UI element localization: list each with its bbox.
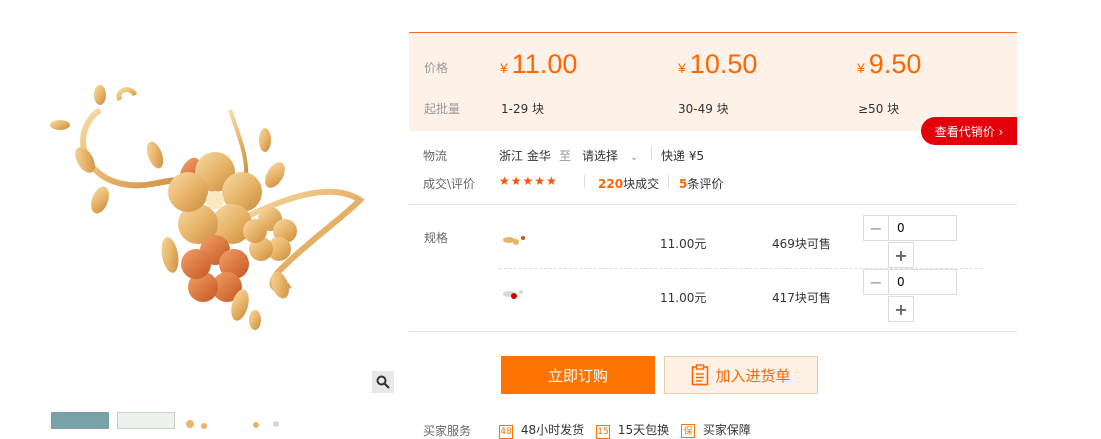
qty-decrease-button[interactable]: − [863,269,889,295]
spec-price: 11.00元 [660,237,707,251]
add-to-cart-button[interactable]: 加入进货单 [664,356,818,394]
quantity-input[interactable] [888,215,957,241]
spec-thumbnail[interactable] [499,228,529,252]
thumbnail-2[interactable] [117,412,175,429]
thumbnail-1[interactable] [51,412,109,429]
services-label: 买家服务 [423,424,472,438]
fast-ship-icon: 48 [499,425,513,439]
spec-thumbnail[interactable] [499,282,529,306]
shipping-fee: 快递 ¥5 [661,149,705,163]
section-divider [409,331,1017,332]
spec-label: 规格 [424,231,449,245]
rating-stars: ★★★★★ [499,174,558,188]
origin-text: 浙江 金华 [499,149,551,163]
to-text: 至 [559,149,572,163]
service-item: 15 15天包换 [596,423,670,439]
min-qty-label: 起批量 [424,102,461,116]
qty-tier-1: 1-29 块 [501,102,545,116]
deals-count[interactable]: 220块成交 [598,175,659,192]
price-tier-1: ¥11.00 [500,49,578,79]
review-count[interactable]: 5条评价 [679,175,723,192]
reviews-label: 成交\评价 [423,177,476,191]
thumbnail-3[interactable] [182,412,240,429]
section-divider [409,204,1017,205]
clipboard-icon [692,364,709,386]
qty-tier-2: 30-49 块 [678,102,729,116]
destination-select[interactable]: 请选择 ⌄ [582,147,638,164]
qty-decrease-button[interactable]: − [863,215,889,241]
spec-price: 11.00元 [660,291,707,305]
divider [584,175,585,188]
logistics-label: 物流 [423,149,448,163]
quantity-input[interactable] [888,269,957,295]
spec-stock: 469块可售 [772,237,831,251]
spec-stock: 417块可售 [772,291,831,305]
agent-price-button[interactable]: 查看代销价 › [921,117,1017,145]
service-item: 48 48小时发货 [499,423,585,439]
qty-increase-button[interactable]: + [888,242,914,268]
buy-now-button[interactable]: 立即订购 [501,356,655,394]
magnifier-icon [376,375,390,389]
exchange-icon: 15 [596,425,610,439]
price-tier-3: ¥9.50 [857,49,922,79]
price-panel: 价格 起批量 ¥11.00 1-29 块 ¥10.50 30-49 块 ¥9.5… [409,32,1017,131]
price-label: 价格 [424,61,449,75]
zoom-button[interactable] [372,371,394,393]
guarantee-icon: 保 [681,423,695,438]
qty-increase-button[interactable]: + [888,296,914,322]
service-item: 保 买家保障 [681,421,751,438]
divider [668,175,669,188]
qty-tier-3: ≥50 块 [858,102,900,116]
product-main-image[interactable] [40,70,370,340]
thumbnail-4[interactable] [246,412,304,429]
price-tier-2: ¥10.50 [678,49,758,79]
divider [651,146,652,160]
chevron-down-icon: ⌄ [629,152,639,163]
